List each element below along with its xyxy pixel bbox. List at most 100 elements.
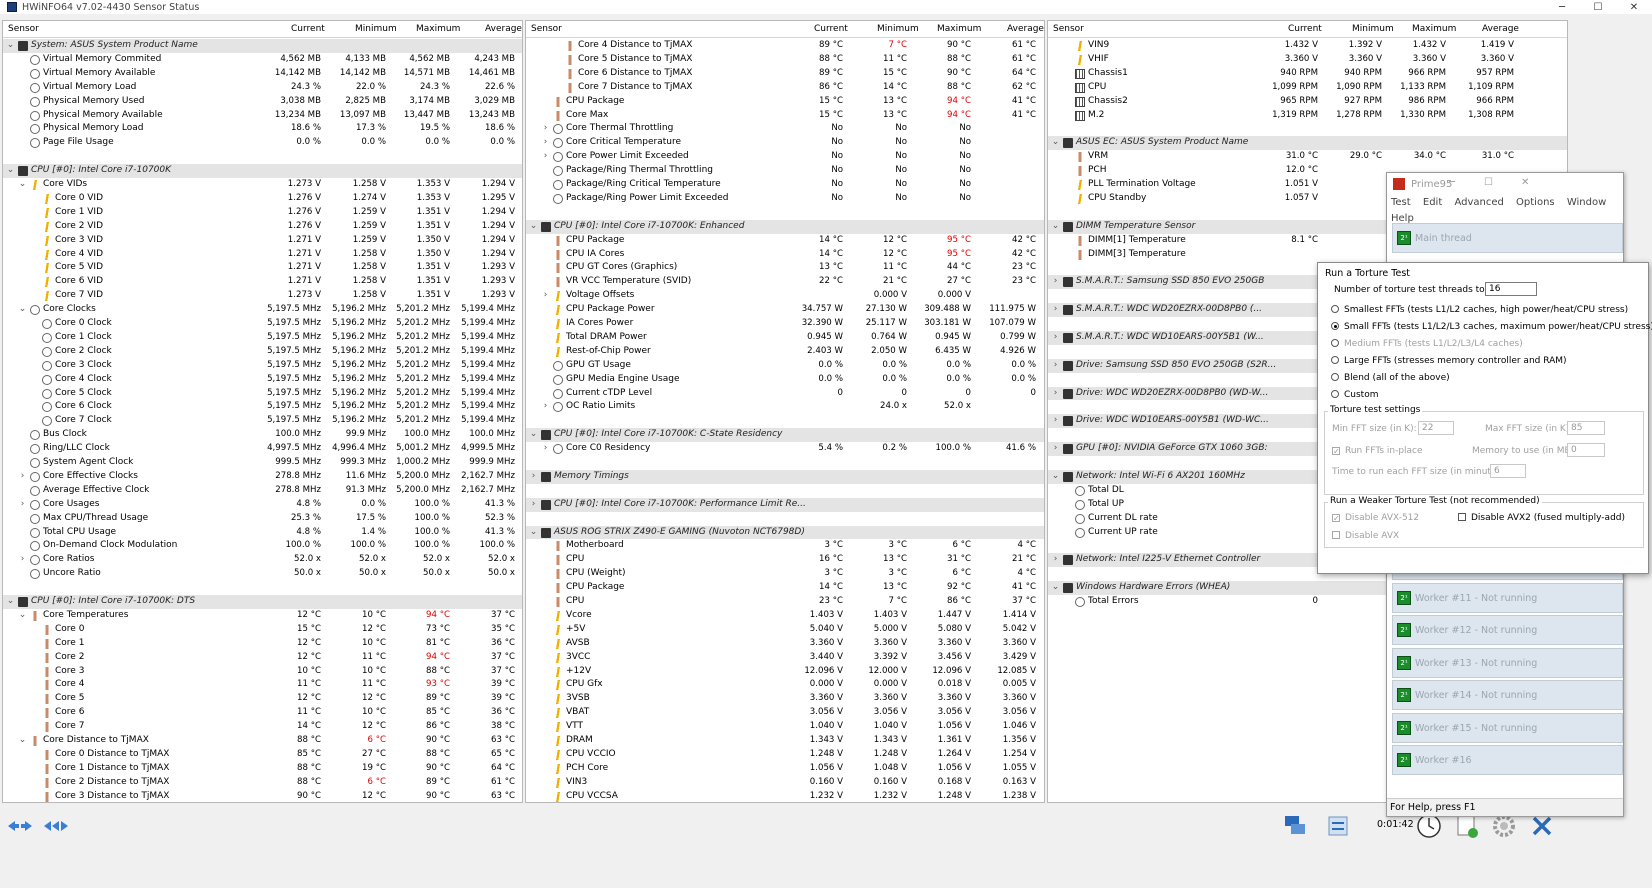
col-maximum[interactable]: Maximum [1412,24,1456,34]
expand-chevron-icon[interactable]: › [1051,554,1060,564]
col-average[interactable]: Average [1007,24,1044,34]
sensor-row[interactable]: › Core Ratios 52.0 x 52.0 x 52.0 x 52.0 x [3,553,522,567]
worker-window[interactable]: 2¹ Worker #16 [1392,745,1623,775]
min-fft-input[interactable]: 22 [1418,421,1454,435]
sensor-row[interactable]: Package/Ring Thermal Throttling No No No [526,164,1044,178]
sensor-row[interactable]: Motherboard 3 °C 3 °C 6 °C 4 °C [526,539,1044,553]
expand-chevron-icon[interactable]: › [18,499,27,509]
sensor-row[interactable]: 3VCC 3.440 V 3.392 V 3.456 V 3.429 V [526,651,1044,665]
sensor-row[interactable]: VRM 31.0 °C 29.0 °C 34.0 °C 31.0 °C [1048,150,1567,164]
sensor-row[interactable]: Virtual Memory Available 14,142 MB 14,142 … [3,67,522,81]
sensor-row[interactable]: Core 2 Distance to TjMAX 88 °C 6 °C 89 °C 61… [3,776,522,790]
sensor-row[interactable]: +5V 5.040 V 5.000 V 5.080 V 5.042 V [526,623,1044,637]
expand-chevron-icon[interactable]: › [529,499,538,509]
fft-option-radio[interactable]: Smallest FFTs (tests L1/L2 caches, high … [1331,305,1628,315]
sensor-row[interactable]: Average Effective Clock 278.8 MHz 91.3 MHz… [3,484,522,498]
sensor-row[interactable]: VR VCC Temperature (SVID) 22 °C 21 °C 27 °C… [526,275,1044,289]
collapse-chevron-icon[interactable]: ⌄ [6,40,15,50]
prime95-close-button[interactable]: ✕ [1521,177,1529,188]
sensor-row[interactable]: Core 7 14 °C 12 °C 86 °C 38 °C [3,720,522,734]
collapse-chevron-icon[interactable]: ⌄ [18,610,27,620]
sensor-group-row[interactable]: ⌄ CPU [#0]: Intel Core i7-10700K [3,164,522,178]
col-minimum[interactable]: Minimum [1352,24,1394,34]
sensor-group-row[interactable]: ⌄ System: ASUS System Product Name [3,39,522,53]
sensor-row[interactable]: GPU Media Engine Usage 0.0 % 0.0 % 0.0 % 0.0… [526,373,1044,387]
fft-option-radio[interactable]: Medium FFTs (tests L1/L2/L3/L4 caches) [1331,339,1523,349]
sensor-row[interactable]: Total DRAM Power 0.945 W 0.764 W 0.945 W 0.7… [526,331,1044,345]
sensor-row[interactable]: System Agent Clock 999.5 MHz 999.3 MHz 1,00… [3,456,522,470]
expand-chevron-icon[interactable]: › [541,123,550,133]
sensor-row[interactable]: CPU 16 °C 13 °C 31 °C 21 °C [526,553,1044,567]
sensor-row[interactable]: VHIF 3.360 V 3.360 V 3.360 V 3.360 V [1048,53,1567,67]
sensor-row[interactable]: IA Cores Power 32.390 W 25.117 W 303.181 W 1… [526,317,1044,331]
col-sensor[interactable]: Sensor [531,24,562,34]
sensor-row[interactable]: Max CPU/Thread Usage 25.3 % 17.5 % 100.0 % 5… [3,512,522,526]
sensor-row[interactable]: Ring/LLC Clock 4,997.5 MHz 4,996.4 MHz 5,00… [3,442,522,456]
expand-chevron-icon[interactable]: › [541,151,550,161]
expand-chevron-icon[interactable]: › [541,401,550,411]
worker-window[interactable]: 2¹ Main thread [1392,223,1623,253]
sensor-group-row[interactable]: ⌄ ASUS ROG STRIX Z490-E GAMING (Nuvoton N… [526,525,1044,540]
sensor-row[interactable]: CPU (Weight) 3 °C 3 °C 6 °C 4 °C [526,567,1044,581]
sensor-row[interactable]: Virtual Memory Commited 4,562 MB 4,133 MB 4… [3,53,522,67]
expand-chevron-icon[interactable]: › [1051,332,1060,342]
menu-test[interactable]: Test [1391,197,1411,208]
expand-chevron-icon[interactable]: › [1051,415,1060,425]
disable-avx512-checkbox[interactable]: ✓ Disable AVX-512 [1332,513,1419,523]
collapse-chevron-icon[interactable]: ⌄ [1051,137,1060,147]
sensor-row[interactable]: › Core Usages 4.8 % 0.0 % 100.0 % 41.3 % [3,498,522,512]
worker-window[interactable]: 2¹ Worker #12 - Not running [1392,615,1623,645]
sensor-group-row[interactable]: ⌄ CPU [#0]: Intel Core i7-10700K: DTS [3,595,522,609]
sensor-row[interactable]: CPU Package Power 34.757 W 27.130 W 309.488… [526,303,1044,317]
col-sensor[interactable]: Sensor [8,24,39,34]
sensor-row[interactable]: Bus Clock 100.0 MHz 99.9 MHz 100.0 MHz 100.0… [3,428,522,442]
sensor-row[interactable]: Core 3 Clock 5,197.5 MHz 5,196.2 MHz 5,201.… [3,359,522,373]
disable-avx-checkbox[interactable]: Disable AVX [1332,531,1399,541]
collapse-chevron-icon[interactable]: ⌄ [529,221,538,231]
sensor-row[interactable]: Vcore 1.403 V 1.403 V 1.447 V 1.414 V [526,609,1044,623]
expand-chevron-icon[interactable]: › [1051,360,1060,370]
expand-chevron-icon[interactable]: › [529,471,538,481]
worker-window[interactable]: 2¹ Worker #13 - Not running [1392,648,1623,678]
expand-chevron-icon[interactable]: › [1051,276,1060,286]
sensor-row[interactable]: Total CPU Usage 4.8 % 1.4 % 100.0 % 41.3 % [3,526,522,540]
sensor-row[interactable]: › Core C0 Residency 5.4 % 0.2 % 100.0 % 41.6 … [526,442,1044,456]
sensor-row[interactable]: 3VSB 3.360 V 3.360 V 3.360 V 3.360 V [526,692,1044,706]
sensor-row[interactable]: Core 1 Clock 5,197.5 MHz 5,196.2 MHz 5,201.… [3,331,522,345]
sensor-row[interactable]: Physical Memory Used 3,038 MB 2,825 MB 3,17… [3,95,522,109]
nav-arrows-icon[interactable] [4,811,36,841]
menu-edit[interactable]: Edit [1423,197,1442,208]
menu-options[interactable]: Options [1516,197,1555,208]
worker-window[interactable]: 2¹ Worker #14 - Not running [1392,680,1623,710]
sensor-row[interactable]: Core 2 12 °C 11 °C 94 °C 37 °C [3,651,522,665]
sensor-row[interactable]: Physical Memory Available 13,234 MB 13,097… [3,109,522,123]
sensor-row[interactable]: CPU Package 14 °C 12 °C 95 °C 42 °C [526,234,1044,248]
sensor-row[interactable]: Core 3 Distance to TjMAX 90 °C 12 °C 90 °C 6… [3,790,522,802]
close-button[interactable]: ✕ [1616,0,1652,14]
sensor-row[interactable]: ⌄ Core Clocks 5,197.5 MHz 5,196.2 MHz 5,201.… [3,303,522,317]
sensor-row[interactable]: Current cTDP Level 0 0 0 0 [526,387,1044,401]
sensor-row[interactable]: › Core Thermal Throttling No No No [526,122,1044,136]
fft-option-radio[interactable]: Large FFTs (stresses memory controller a… [1331,356,1567,366]
collapse-chevron-icon[interactable]: ⌄ [529,527,538,537]
fft-option-radio[interactable]: Small FFTs (tests L1/L2/L3 caches, maxim… [1331,322,1652,332]
sensor-row[interactable]: Core 3 VID 1.271 V 1.259 V 1.350 V 1.294 V [3,234,522,248]
sensor-row[interactable]: Page File Usage 0.0 % 0.0 % 0.0 % 0.0 % [3,136,522,150]
fft-option-radio[interactable]: Blend (all of the above) [1331,373,1450,383]
sensor-row[interactable]: M.2 1,319 RPM 1,278 RPM 1,330 RPM 1,308 RPM [1048,109,1567,123]
collapse-chevron-icon[interactable]: ⌄ [18,179,27,189]
sensor-row[interactable]: Uncore Ratio 50.0 x 50.0 x 50.0 x 50.0 x [3,567,522,581]
sensor-row[interactable]: Core 6 Clock 5,197.5 MHz 5,196.2 MHz 5,201.… [3,400,522,414]
sensor-row[interactable]: Core 0 Clock 5,197.5 MHz 5,196.2 MHz 5,201.… [3,317,522,331]
sensor-row[interactable]: Core 7 VID 1.273 V 1.258 V 1.351 V 1.293 V [3,289,522,303]
sensor-row[interactable]: Core 2 Clock 5,197.5 MHz 5,196.2 MHz 5,201.… [3,345,522,359]
max-fft-input[interactable]: 85 [1567,421,1605,435]
sensor-panel-2[interactable]: Sensor Current Minimum Maximum Average C… [525,20,1045,803]
sensor-row[interactable]: GPU GT Usage 0.0 % 0.0 % 0.0 % 0.0 % [526,359,1044,373]
collapse-chevron-icon[interactable]: ⌄ [18,304,27,314]
network-icon[interactable] [1280,811,1310,841]
sensor-row[interactable]: Core 3 10 °C 10 °C 88 °C 37 °C [3,665,522,679]
col-sensor[interactable]: Sensor [1053,24,1084,34]
expand-chevron-icon[interactable]: › [18,471,27,481]
expand-chevron-icon[interactable]: › [541,290,550,300]
